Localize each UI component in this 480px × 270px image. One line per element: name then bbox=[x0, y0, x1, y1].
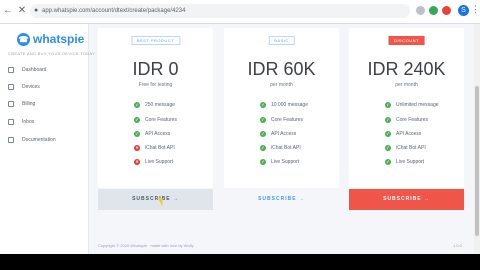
sidebar-item-dashboard[interactable]: Dashboard bbox=[8, 65, 46, 75]
sidebar-item-billing[interactable]: Billing bbox=[8, 99, 35, 109]
sidebar-item-documentation[interactable]: Documentation bbox=[8, 135, 56, 145]
feature-label: Core Features bbox=[145, 117, 177, 123]
feature-label: API Access bbox=[396, 131, 422, 137]
app-screen: ← ✕ ● app.whatspie.com/account/dtext/cre… bbox=[0, 0, 480, 254]
check-icon: ✓ bbox=[260, 159, 266, 165]
plan-badge: BASIC bbox=[268, 36, 295, 45]
check-icon: ✓ bbox=[385, 145, 391, 151]
check-icon: ✓ bbox=[260, 117, 266, 123]
address-text: app.whatspie.com/account/dtext/create/pa… bbox=[42, 8, 186, 14]
feature-item: ✓ API Access bbox=[385, 130, 421, 138]
subscribe-button-free[interactable]: SUBSCRIBE → bbox=[98, 189, 213, 210]
feature-item: ✓ Live Support bbox=[260, 158, 299, 166]
brand-logo[interactable]: ☎ whatspie bbox=[17, 32, 84, 46]
brand-name: whatspie bbox=[33, 32, 85, 46]
check-icon: ✓ bbox=[134, 131, 140, 137]
sidebar-item-devices[interactable]: Devices bbox=[8, 82, 40, 92]
feature-label: iChat Bot API bbox=[145, 145, 175, 151]
extension-icon[interactable] bbox=[429, 6, 438, 15]
feature-item: ✓ Core Features bbox=[134, 116, 177, 124]
feature-label: API Access bbox=[271, 131, 297, 137]
dashboard-icon bbox=[8, 67, 14, 73]
sidebar-item-label: Documentation bbox=[22, 137, 56, 143]
plan-badge: BEST PRODUCT bbox=[130, 36, 181, 45]
feature-item: ✓ 10.000 message bbox=[260, 101, 308, 109]
check-icon: ✓ bbox=[260, 145, 266, 151]
footer-version: 1.0.0 bbox=[453, 243, 462, 248]
sidebar-item-inbox[interactable]: Inbox bbox=[8, 117, 34, 127]
feature-label: 250 message bbox=[145, 102, 176, 108]
plan-card-basic: BASIC IDR 60K per month ✓ 10.000 message … bbox=[224, 28, 339, 188]
profile-avatar[interactable]: S bbox=[458, 5, 469, 16]
feature-label: Core Features bbox=[396, 117, 428, 123]
feature-item: ✕ Live Support bbox=[134, 158, 173, 166]
browser-toolbar: ← ✕ ● app.whatspie.com/account/dtext/cre… bbox=[0, 0, 480, 24]
plan-subtitle: per month bbox=[395, 82, 418, 88]
document-icon bbox=[8, 137, 14, 143]
check-icon: ✓ bbox=[260, 102, 266, 108]
check-icon: ✓ bbox=[134, 102, 140, 108]
subscribe-button-premium[interactable]: SUBSCRIBE → bbox=[349, 189, 464, 210]
kebab-menu-icon[interactable]: ⋮ bbox=[471, 4, 480, 15]
billing-icon bbox=[8, 101, 14, 107]
plan-subtitle: Free for testing bbox=[138, 82, 173, 88]
address-bar[interactable]: ● app.whatspie.com/account/dtext/create/… bbox=[30, 4, 410, 18]
feature-item: ✓ Core Features bbox=[385, 116, 428, 124]
feature-label: Live Support bbox=[145, 159, 174, 165]
check-icon: ✓ bbox=[260, 131, 266, 137]
sidebar-item-label: Dashboard bbox=[22, 67, 47, 73]
feature-label: Unlimited message bbox=[396, 102, 439, 108]
inbox-icon bbox=[8, 119, 14, 125]
plan-price: IDR 60K bbox=[247, 59, 316, 79]
feature-label: Live Support bbox=[396, 159, 425, 165]
subscribe-button-basic[interactable]: SUBSCRIBE → bbox=[224, 189, 339, 210]
feature-item: ✓ API Access bbox=[134, 130, 170, 138]
back-icon[interactable]: ← bbox=[2, 5, 14, 17]
reload-icon[interactable]: ✕ bbox=[16, 5, 28, 17]
feature-item: ✓ 250 message bbox=[134, 101, 175, 109]
footer-copyright: Copyright © 2020 Whatspie · made with lo… bbox=[98, 243, 194, 248]
lock-icon: ● bbox=[34, 7, 39, 14]
check-icon: ✓ bbox=[385, 117, 391, 123]
check-icon: ✓ bbox=[385, 159, 391, 165]
plan-badge: DISCOUNT bbox=[388, 36, 425, 45]
feature-item: ✓ iChat Bot API bbox=[385, 144, 426, 152]
sidebar-caption: CREATE AND BUY YOUR DEVICE TODAY bbox=[8, 51, 96, 56]
sidebar-item-label: Inbox bbox=[22, 119, 35, 125]
plan-card-free: BEST PRODUCT IDR 0 Free for testing ✓ 250… bbox=[98, 28, 213, 188]
feature-item: ✓ Live Support bbox=[385, 158, 424, 166]
device-icon bbox=[8, 84, 14, 90]
sidebar-item-label: Billing bbox=[22, 101, 36, 107]
check-icon: ✓ bbox=[134, 117, 140, 123]
plan-price: IDR 240K bbox=[367, 59, 446, 79]
feature-item: ✓ Core Features bbox=[260, 116, 303, 124]
plan-card-premium: DISCOUNT IDR 240K per month ✓ Unlimited m… bbox=[349, 28, 464, 188]
cross-icon: ✕ bbox=[134, 145, 140, 151]
star-icon[interactable] bbox=[416, 6, 425, 15]
sidebar: ☎ whatspie CREATE AND BUY YOUR DEVICE TO… bbox=[0, 24, 95, 254]
plan-subtitle: per month bbox=[270, 82, 293, 88]
feature-label: iChat Bot API bbox=[396, 145, 426, 151]
plan-price: IDR 0 bbox=[132, 59, 179, 79]
feature-item: ✓ API Access bbox=[260, 130, 296, 138]
check-icon: ✓ bbox=[385, 131, 391, 137]
scrollbar-thumb[interactable] bbox=[475, 86, 479, 236]
check-icon: ✓ bbox=[385, 102, 391, 108]
sidebar-item-label: Devices bbox=[22, 84, 40, 90]
cross-icon: ✕ bbox=[134, 159, 140, 165]
feature-item: ✓ iChat Bot API bbox=[260, 144, 301, 152]
feature-label: iChat Bot API bbox=[271, 145, 301, 151]
whatsapp-icon: ☎ bbox=[17, 32, 30, 46]
extension-icon[interactable] bbox=[442, 6, 451, 15]
feature-label: Live Support bbox=[271, 159, 300, 165]
feature-label: Core Features bbox=[271, 117, 303, 123]
feature-label: 10.000 message bbox=[271, 102, 308, 108]
feature-item: ✕ iChat Bot API bbox=[134, 144, 175, 152]
feature-label: API Access bbox=[145, 131, 171, 137]
feature-item: ✓ Unlimited message bbox=[385, 101, 439, 109]
